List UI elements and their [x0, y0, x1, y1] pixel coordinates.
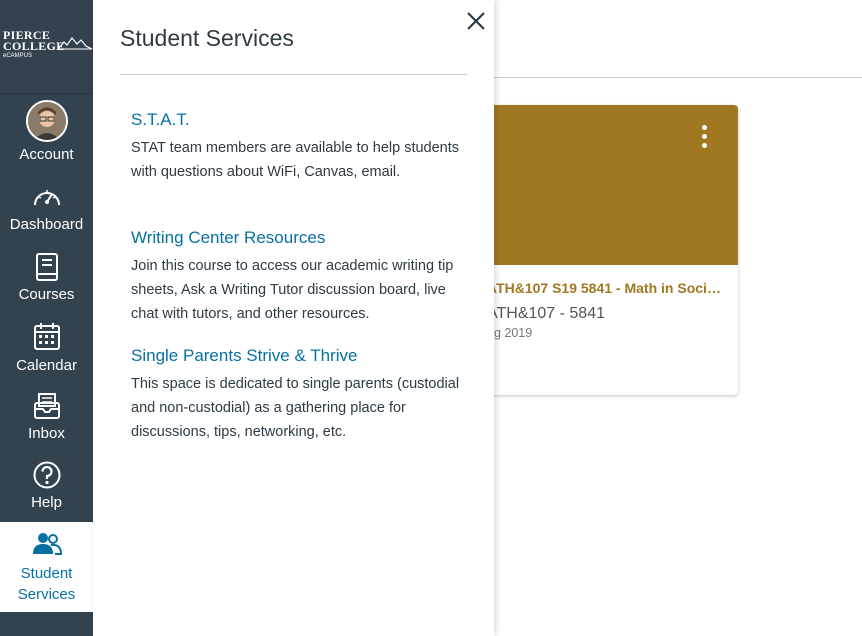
- pierce-college-logo[interactable]: PIERCE COLLEGE eCAMPUS: [0, 0, 93, 94]
- avatar: [25, 100, 68, 142]
- nav-dashboard-label: Dashboard: [9, 216, 84, 233]
- courses-icon: [35, 253, 58, 281]
- course-card-title[interactable]: ATH&107 S19 5841 - Math in Society: [487, 280, 722, 296]
- student-services-tray: Student Services S.T.A.T. STAT team memb…: [93, 0, 494, 636]
- close-icon[interactable]: [463, 8, 489, 34]
- nav-account-label: Account: [19, 146, 74, 163]
- nav-help[interactable]: Help: [0, 460, 93, 511]
- service-description: This space is dedicated to single parent…: [131, 376, 460, 440]
- service-description: Join this course to access our academic …: [131, 258, 454, 322]
- service-link-stat[interactable]: S.T.A.T.: [131, 110, 461, 130]
- page-header-divider: [494, 77, 862, 78]
- logo-line2: COLLEGE: [3, 39, 65, 53]
- service-link-writing-center[interactable]: Writing Center Resources: [131, 228, 461, 248]
- service-item: S.T.A.T. STAT team members are available…: [131, 110, 461, 184]
- card-options-icon[interactable]: [702, 125, 707, 152]
- nav-account[interactable]: Account: [0, 100, 93, 163]
- nav-courses[interactable]: Courses: [0, 252, 93, 303]
- nav-courses-label: Courses: [18, 286, 75, 303]
- mountain-logo-icon: [58, 37, 92, 50]
- nav-inbox[interactable]: Inbox: [0, 391, 93, 442]
- nav-calendar-label: Calendar: [16, 357, 77, 374]
- nav-student-services-label-1: Student: [20, 565, 73, 582]
- nav-student-services[interactable]: Student Services: [0, 522, 93, 612]
- service-item: Single Parents Strive & Thrive This spac…: [131, 346, 461, 444]
- nav-calendar[interactable]: Calendar: [0, 321, 93, 374]
- course-card-code: ATH&107 - 5841: [487, 305, 605, 322]
- people-icon: [32, 533, 62, 555]
- service-description: STAT team members are available to help …: [131, 140, 460, 180]
- help-icon: [33, 461, 60, 489]
- nav-dashboard[interactable]: Dashboard: [0, 183, 93, 233]
- service-item: Writing Center Resources Join this cours…: [131, 228, 461, 326]
- nav-inbox-label: Inbox: [28, 425, 65, 442]
- inbox-icon: [33, 393, 60, 419]
- calendar-icon: [33, 323, 60, 350]
- service-link-single-parents[interactable]: Single Parents Strive & Thrive: [131, 346, 461, 366]
- nav-help-label: Help: [31, 494, 62, 511]
- tray-divider: [120, 74, 467, 75]
- logo-line3: eCAMPUS: [3, 53, 33, 59]
- dashboard-icon: [33, 190, 60, 206]
- global-navigation: PIERCE COLLEGE eCAMPUS Account Dashboard…: [0, 0, 93, 636]
- nav-student-services-label-2: Services: [17, 586, 76, 603]
- tray-title: Student Services: [120, 25, 294, 51]
